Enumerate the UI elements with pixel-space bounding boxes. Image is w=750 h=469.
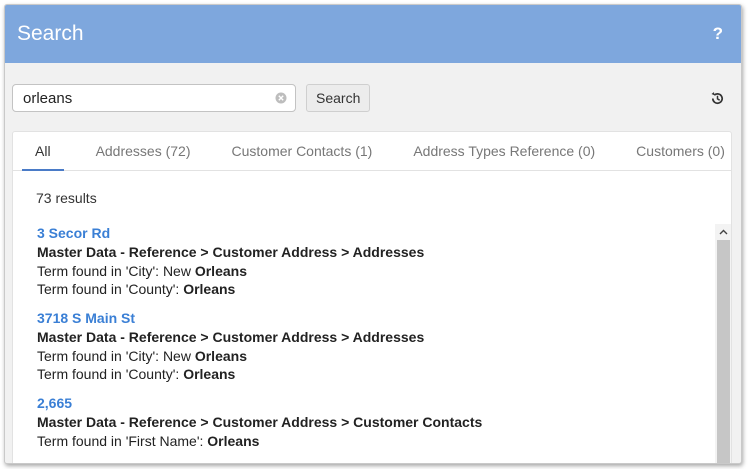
help-button[interactable]: ?	[709, 22, 727, 46]
match-term: Orleans	[194, 348, 247, 364]
result-title-link[interactable]: 3718 S Main St	[37, 309, 717, 327]
result-match-line: Term found in 'First Name': Orleans	[37, 432, 717, 450]
match-term: Orleans	[207, 433, 260, 449]
search-button[interactable]: Search	[306, 84, 371, 112]
result-match-line: Term found in 'County': Orleans	[37, 365, 717, 383]
search-window: Search ? Search All Addresses (72)	[4, 4, 742, 464]
tab-address-types-reference[interactable]: Address Types Reference (0)	[411, 132, 597, 170]
match-prefix: Term found in 'City': New	[37, 263, 195, 279]
chevron-up-icon[interactable]	[715, 224, 731, 239]
result-match-line: Term found in 'County': Orleans	[37, 280, 717, 298]
tab-all[interactable]: All	[22, 132, 64, 171]
match-prefix: Term found in 'County':	[37, 281, 184, 297]
results-count: 73 results	[36, 190, 97, 206]
tab-addresses[interactable]: Addresses (72)	[94, 132, 193, 170]
result-item: 2,665 Master Data - Reference > Customer…	[13, 394, 717, 450]
match-term: Orleans	[183, 366, 236, 382]
results-panel: All Addresses (72) Customer Contacts (1)…	[12, 131, 732, 463]
match-prefix: Term found in 'City': New	[37, 348, 195, 364]
tab-bar: All Addresses (72) Customer Contacts (1)…	[13, 132, 731, 171]
result-item: 3 Secor Rd Master Data - Reference > Cus…	[13, 224, 717, 298]
search-row: Search	[5, 63, 741, 129]
result-path: Master Data - Reference > Customer Addre…	[37, 414, 483, 430]
match-prefix: Term found in 'County':	[37, 366, 184, 382]
search-box	[12, 84, 296, 112]
title-bar: Search ?	[5, 5, 741, 63]
tab-customer-contacts[interactable]: Customer Contacts (1)	[230, 132, 375, 170]
result-path: Master Data - Reference > Customer Addre…	[37, 244, 425, 260]
result-item: 3718 S Main St Master Data - Reference >…	[13, 309, 717, 383]
result-title-link[interactable]: 2,665	[37, 394, 717, 412]
scrollbar-thumb[interactable]	[717, 240, 730, 463]
result-path: Master Data - Reference > Customer Addre…	[37, 329, 425, 345]
results-list: 3 Secor Rd Master Data - Reference > Cus…	[13, 224, 717, 463]
search-input[interactable]	[23, 89, 275, 107]
results-scrollbar[interactable]	[715, 224, 731, 463]
result-match-line: Term found in 'City': New Orleans	[37, 347, 717, 365]
result-match-line: Term found in 'City': New Orleans	[37, 262, 717, 280]
match-prefix: Term found in 'First Name':	[37, 433, 208, 449]
match-term: Orleans	[183, 281, 236, 297]
clear-circle-icon[interactable]	[275, 92, 287, 104]
result-title-link[interactable]: 3 Secor Rd	[37, 224, 717, 242]
history-icon[interactable]	[710, 91, 725, 106]
match-term: Orleans	[194, 263, 247, 279]
tab-customers[interactable]: Customers (0)	[634, 132, 727, 170]
window-title: Search	[17, 22, 84, 45]
